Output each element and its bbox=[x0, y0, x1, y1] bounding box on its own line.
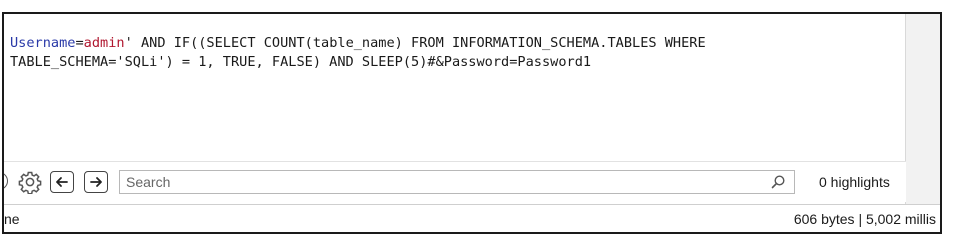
help-icon[interactable] bbox=[4, 172, 8, 190]
gear-icon[interactable] bbox=[18, 170, 42, 194]
param-value: admin bbox=[83, 35, 125, 51]
next-match-button[interactable] bbox=[84, 171, 108, 193]
response-stats: 606 bytes | 5,002 millis bbox=[793, 211, 936, 227]
param-name: Username bbox=[10, 35, 76, 51]
status-bar: ne 606 bytes | 5,002 millis bbox=[4, 204, 940, 232]
search-input[interactable] bbox=[120, 171, 766, 193]
search-toolbar: 0 highlights bbox=[4, 161, 906, 202]
previous-match-button[interactable] bbox=[50, 171, 74, 193]
highlights-count: 0 highlights bbox=[819, 174, 890, 190]
request-editor[interactable]: Username=admin' AND IF((SELECT COUNT(tab… bbox=[10, 34, 900, 72]
payload-line2: TABLE_SCHEMA='SQLi') = 1, TRUE, FALSE) A… bbox=[10, 54, 592, 70]
search-icon[interactable] bbox=[770, 174, 786, 190]
param-equals: = bbox=[75, 35, 84, 51]
arrow-right-icon bbox=[90, 177, 102, 187]
vertical-scrollbar[interactable] bbox=[905, 14, 940, 204]
request-panel: Username=admin' AND IF((SELECT COUNT(tab… bbox=[2, 12, 942, 234]
status-left-text: ne bbox=[4, 211, 20, 227]
payload-line1-rest: ' AND IF((SELECT COUNT(table_name) FROM … bbox=[124, 35, 706, 51]
arrow-left-icon bbox=[56, 177, 68, 187]
search-box bbox=[119, 170, 795, 194]
